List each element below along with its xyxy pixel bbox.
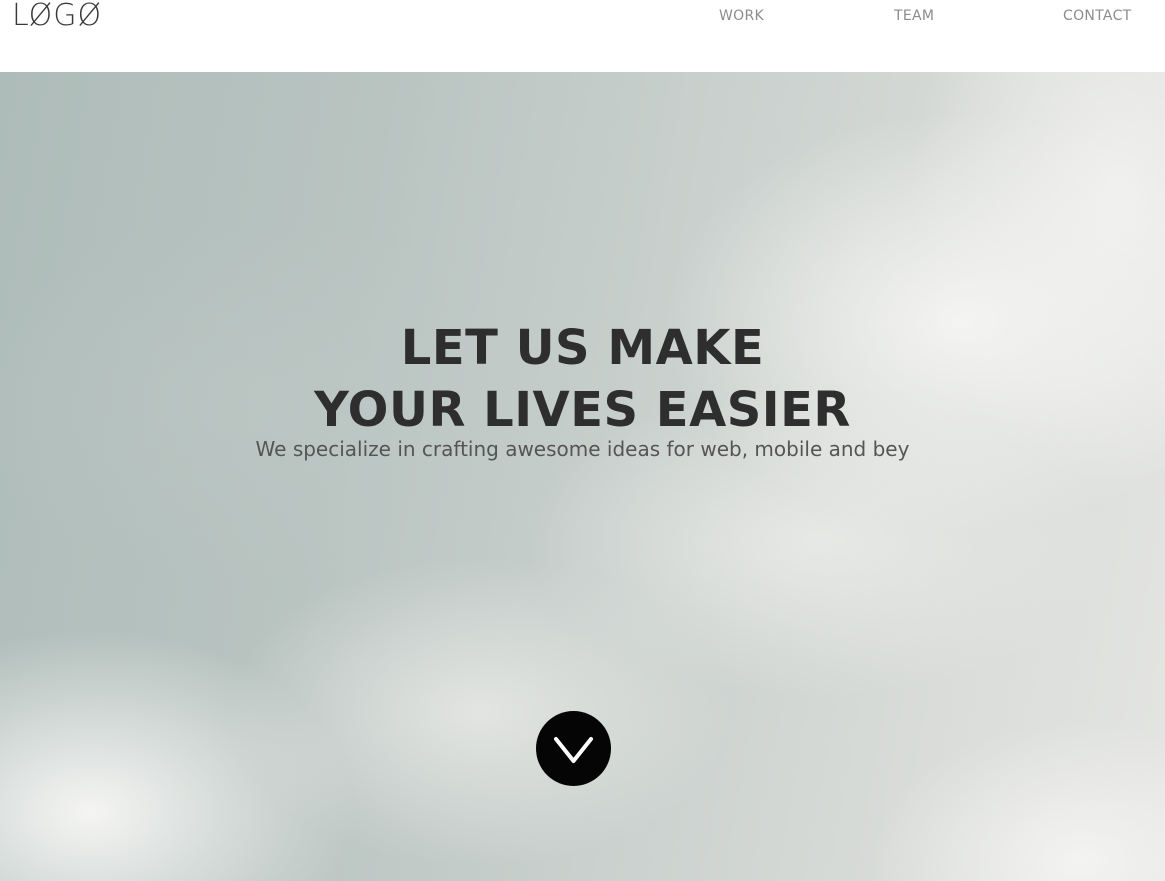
scroll-down-button[interactable]	[536, 711, 611, 786]
chevron-down-icon	[554, 737, 593, 763]
site-header: LØGØ WORK TEAM CONTACT	[0, 0, 1165, 72]
nav-link-work[interactable]: WORK	[719, 7, 764, 25]
hero-headline-line2: YOUR LIVES EASIER	[314, 382, 851, 438]
hero-headline: LET US MAKE YOUR LIVES EASIER	[0, 317, 1165, 441]
hero-subline: We specialize in crafting awesome ideas …	[255, 437, 910, 461]
nav-link-team[interactable]: TEAM	[894, 7, 934, 25]
main-nav: WORK TEAM CONTACT	[0, 7, 1165, 27]
nav-link-contact[interactable]: CONTACT	[1063, 7, 1132, 25]
hero-section: LET US MAKE YOUR LIVES EASIER We special…	[0, 72, 1165, 881]
hero-headline-line1: LET US MAKE	[400, 320, 765, 376]
